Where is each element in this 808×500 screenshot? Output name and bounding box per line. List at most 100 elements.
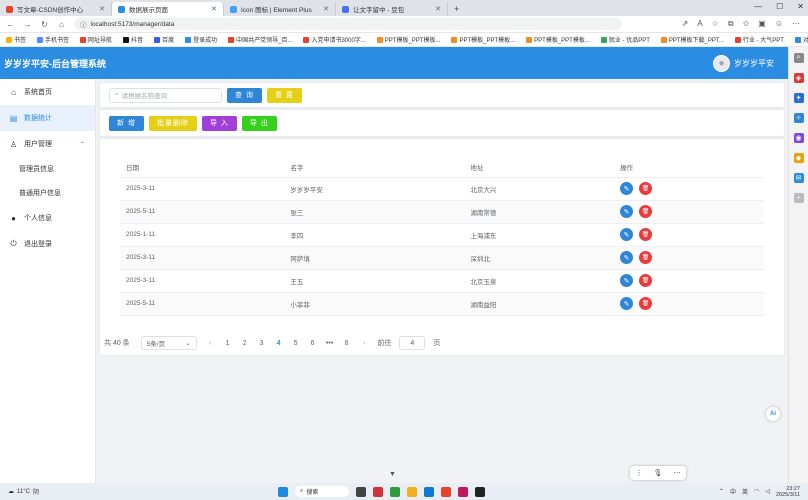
minimize-icon[interactable]: — [754, 2, 762, 11]
sidebar-subitem[interactable]: 管理员信息 [0, 157, 95, 181]
tray-chevron-icon[interactable]: ⌃ [719, 488, 724, 495]
ai-assistant-button[interactable]: Ai [766, 407, 780, 421]
volume-icon[interactable]: ◁ [765, 488, 770, 495]
bookmark-item[interactable]: 对象类型的设计（... [794, 35, 808, 44]
prev-page-icon[interactable]: ‹ [205, 340, 215, 347]
next-page-icon[interactable]: › [359, 340, 369, 347]
microphone-icon[interactable]: 🎙 [654, 469, 663, 477]
close-window-icon[interactable]: ✕ [797, 2, 804, 11]
import-button[interactable]: 导 入 [201, 115, 237, 131]
sidebar-item[interactable]: ▤ 数据统计 [0, 105, 95, 131]
extensions-icon[interactable]: ⧉ [728, 19, 734, 29]
close-tab-icon[interactable]: ✕ [211, 5, 217, 13]
bookmark-item[interactable]: 百度 [154, 35, 174, 44]
app-icon-2[interactable] [390, 486, 400, 497]
page-number[interactable]: 5 [291, 340, 300, 347]
bookmark-item[interactable]: PPT模板下载_PPT... [660, 35, 724, 44]
app-icon-1[interactable] [373, 486, 383, 497]
more-pages-icon[interactable]: ••• [325, 340, 334, 347]
copilot-icon[interactable]: ✧ [793, 113, 804, 123]
delete-icon[interactable]: 🗑 [639, 251, 652, 264]
lang-indicator-1[interactable]: 中 [730, 487, 736, 496]
add-side-icon[interactable]: + [793, 193, 804, 203]
bookmark-item[interactable]: 手机书签 [37, 35, 69, 44]
sidebar-item[interactable]: ● 个人信息 [0, 205, 95, 231]
bookmark-item[interactable]: 网址导航 [80, 35, 112, 44]
reset-button[interactable]: 重 置 [266, 87, 302, 103]
clock[interactable]: 23:27 2025/3/11 [776, 486, 800, 498]
url-field[interactable]: ⓘ localhost:5173/manager/data [74, 18, 622, 30]
edit-icon[interactable]: ✎ [620, 205, 633, 218]
export-button[interactable]: 导 出 [241, 115, 277, 131]
sidebar-item[interactable]: ♙ 用户管理 ⌃ [0, 131, 95, 157]
scroll-down-icon[interactable]: ▼ [389, 471, 396, 478]
bookmark-item[interactable]: 中国共产党领导_百... [228, 35, 292, 44]
office-icon[interactable]: ◆ [793, 153, 804, 163]
bookmark-item[interactable]: PPT模板_PPT模板... [526, 35, 590, 44]
drag-handle-icon[interactable]: ⋮ [636, 469, 643, 477]
more-dots-icon[interactable]: ⋯ [673, 469, 680, 477]
delete-icon[interactable]: 🗑 [639, 182, 652, 195]
close-tab-icon[interactable]: ✕ [323, 5, 329, 13]
reload-icon[interactable]: ↻ [40, 20, 49, 29]
delete-icon[interactable]: 🗑 [639, 274, 652, 287]
collections-icon[interactable]: ▣ [758, 19, 766, 29]
browser-tab[interactable]: Icon 图标 | Element Plus ✕ [224, 2, 336, 16]
search-button[interactable]: 查 询 [227, 87, 262, 103]
user-menu[interactable]: ● 岁岁岁平安 [713, 54, 774, 72]
edit-icon[interactable]: ✎ [620, 228, 633, 241]
page-number[interactable]: 8 [342, 340, 351, 347]
outlook-icon[interactable]: ✉ [793, 173, 804, 183]
page-number[interactable]: 4 [274, 340, 283, 347]
edge-icon[interactable] [424, 486, 434, 497]
lang-indicator-2[interactable]: 英 [742, 487, 748, 496]
app-icon-4[interactable] [458, 486, 468, 497]
bookmark-item[interactable]: 行业 - 大气PPT [734, 35, 784, 44]
weather-widget[interactable]: ☁ 11°C 阴 [8, 487, 278, 497]
app-icon-3[interactable] [441, 486, 451, 497]
sidebar-item[interactable]: ⌂ 系统首页 [0, 79, 95, 105]
search-input[interactable]: ⌕ 请根据名称查询 [109, 87, 222, 103]
bookmark-item[interactable]: 入党申请书3000字... [303, 35, 366, 44]
profile-icon[interactable]: ☺ [775, 19, 783, 29]
forward-icon[interactable]: → [23, 20, 32, 29]
browser-tab[interactable]: 让文字留中 - 豆包 ✕ [336, 2, 448, 16]
goto-page-input[interactable]: 4 [399, 336, 426, 350]
add-button[interactable]: 新 增 [109, 115, 144, 131]
tools-icon[interactable]: ✦ [793, 93, 804, 103]
sidebar-subitem[interactable]: 普通用户信息 [0, 181, 95, 205]
browser-tab[interactable]: 写文章-CSDN创作中心 ✕ [0, 2, 112, 16]
close-tab-icon[interactable]: ✕ [435, 5, 441, 13]
back-icon[interactable]: ← [6, 20, 15, 29]
more-menu-icon[interactable]: ⋯ [792, 19, 800, 29]
edit-icon[interactable]: ✎ [620, 274, 633, 287]
games-icon[interactable]: ◉ [793, 133, 804, 143]
delete-icon[interactable]: 🗑 [639, 205, 652, 218]
share-icon[interactable]: ⇗ [682, 19, 689, 29]
shopping-icon[interactable]: ◈ [793, 73, 804, 83]
bookmark-item[interactable]: 就业 - 优品PPT [600, 35, 650, 44]
task-view-icon[interactable] [356, 486, 366, 497]
close-tab-icon[interactable]: ✕ [99, 5, 105, 13]
edit-icon[interactable]: ✎ [620, 251, 633, 264]
page-number[interactable]: 3 [257, 340, 266, 347]
bookmark-item[interactable]: 抖音 [123, 35, 143, 44]
bookmark-item[interactable]: PPT模板_PPT模板... [376, 35, 440, 44]
wifi-icon[interactable]: ◠ [754, 488, 759, 495]
bookmark-item[interactable]: 登录成功 [185, 35, 217, 44]
windows-start-icon[interactable] [278, 486, 288, 497]
edit-icon[interactable]: ✎ [620, 297, 633, 310]
taskbar-search[interactable]: ⌕ 搜索 [295, 486, 349, 497]
read-aloud-icon[interactable]: A [697, 19, 702, 29]
search-side-icon[interactable]: ⌕ [793, 53, 804, 63]
page-number[interactable]: 1 [223, 340, 232, 347]
home-browser-icon[interactable]: ⌂ [57, 20, 66, 29]
maximize-icon[interactable]: ☐ [776, 2, 783, 11]
batch-delete-button[interactable]: 批量删除 [148, 115, 197, 131]
favorites-icon[interactable]: ✩ [743, 19, 750, 29]
favorite-star-icon[interactable]: ☆ [712, 19, 719, 29]
sidebar-item[interactable]: ⏻ 退出登录 [0, 231, 95, 257]
new-tab-button[interactable]: + [448, 2, 465, 16]
edit-icon[interactable]: ✎ [620, 182, 633, 195]
page-number[interactable]: 2 [240, 340, 249, 347]
